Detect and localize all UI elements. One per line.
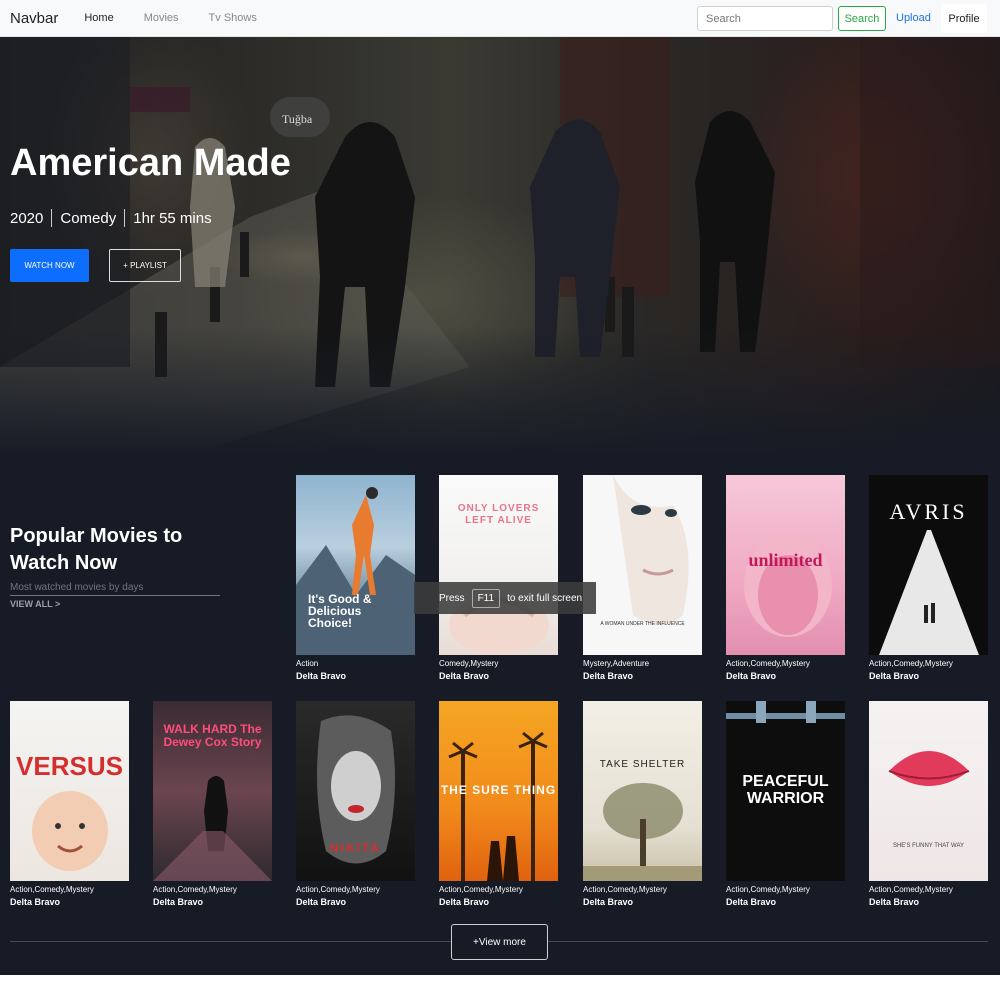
movie-card[interactable]: SHE'S FUNNY THAT WAY Action,Comedy,Myste…: [869, 701, 989, 907]
hero-year: 2020: [10, 209, 44, 227]
movie-card[interactable]: NIKITA Action,Comedy,Mystery Delta Bravo: [296, 701, 416, 907]
movie-poster[interactable]: SHE'S FUNNY THAT WAY: [869, 701, 988, 881]
movie-poster[interactable]: WALK HARD The Dewey Cox Story: [153, 701, 272, 881]
movie-poster[interactable]: VERSUS: [10, 701, 129, 881]
movie-genre: Action,Comedy,Mystery: [583, 885, 667, 894]
poster-title: TAKE SHELTER: [599, 759, 686, 770]
movie-genre: Action,Comedy,Mystery: [869, 659, 953, 668]
movie-genre: Action,Comedy,Mystery: [439, 885, 523, 894]
movie-genre: Comedy,Mystery: [439, 659, 499, 668]
f11-key: F11: [471, 588, 501, 608]
add-playlist-button[interactable]: + PLAYLIST: [109, 249, 181, 282]
movie-genre: Action,Comedy,Mystery: [10, 885, 94, 894]
view-all-link[interactable]: VIEW ALL >: [10, 599, 60, 609]
movie-genre: Action,Comedy,Mystery: [726, 659, 810, 668]
movie-genre: Mystery,Adventure: [583, 659, 650, 668]
movie-studio: Delta Bravo: [10, 897, 61, 907]
fullscreen-toast: Press F11 to exit full screen: [414, 582, 596, 614]
meta-divider: [124, 209, 126, 227]
poster-title: PEACEFUL WARRIOR: [742, 773, 829, 807]
movie-poster[interactable]: It's Good & Delicious Choice!: [296, 475, 415, 655]
hero-fade: [0, 327, 1000, 457]
navbar-brand[interactable]: Navbar: [10, 10, 58, 27]
movie-poster[interactable]: NIKITA: [296, 701, 415, 881]
hero-title: American Made: [10, 142, 291, 184]
poster-title: It's Good & Delicious Choice!: [308, 592, 372, 630]
movie-genre: Action,Comedy,Mystery: [726, 885, 810, 894]
movie-poster[interactable]: unlimited: [726, 475, 845, 655]
hero-meta: 2020 Comedy 1hr 55 mins: [10, 209, 212, 227]
meta-divider: [51, 209, 53, 227]
movie-genre: Action: [296, 659, 319, 668]
movie-studio: Delta Bravo: [439, 897, 490, 907]
movie-genre: Action,Comedy,Mystery: [296, 885, 380, 894]
poster-title: WALK HARD The Dewey Cox Story: [163, 722, 262, 749]
poster-art: [449, 595, 549, 655]
movie-poster[interactable]: THE SURE THING: [439, 701, 558, 881]
watch-now-button[interactable]: WATCH NOW: [10, 249, 89, 282]
poster-title: THE SURE THING: [440, 783, 557, 797]
movie-studio: Delta Bravo: [153, 897, 204, 907]
nav-movies[interactable]: Movies: [144, 12, 179, 24]
movie-studio: Delta Bravo: [296, 897, 347, 907]
hero-duration: 1hr 55 mins: [133, 209, 212, 227]
poster-title: AVRIS: [889, 499, 968, 524]
movie-card[interactable]: THE SURE THING Action,Comedy,Mystery Del…: [439, 701, 559, 907]
movie-poster[interactable]: TAKE SHELTER: [583, 701, 702, 881]
poster-art: [32, 791, 108, 871]
movie-genre: Action,Comedy,Mystery: [869, 885, 953, 894]
poster-title: A WOMAN UNDER THE INFLUENCE: [600, 621, 685, 627]
movie-studio: Delta Bravo: [726, 671, 777, 681]
search-input[interactable]: [697, 6, 833, 31]
movie-studio: Delta Bravo: [583, 897, 634, 907]
poster-title: NIKITA: [329, 841, 382, 855]
movie-studio: Delta Bravo: [869, 897, 920, 907]
movie-studio: Delta Bravo: [439, 671, 490, 681]
view-more-button[interactable]: +View more: [451, 924, 548, 960]
poster-art: [888, 751, 970, 786]
movie-genre: Action,Comedy,Mystery: [153, 885, 237, 894]
search-form: Search: [697, 6, 886, 31]
movie-card[interactable]: A WOMAN UNDER THE INFLUENCE Mystery,Adve…: [583, 475, 703, 681]
movie-studio: Delta Bravo: [583, 671, 634, 681]
section-title: Popular Movies to Watch Now: [10, 525, 183, 574]
section-subtitle: Most watched movies by days: [10, 582, 220, 596]
movie-poster[interactable]: ONLY LOVERS LEFT ALIVE: [439, 475, 558, 655]
nav-tv-shows[interactable]: Tv Shows: [209, 12, 257, 24]
popular-movies-section: Popular Movies to Watch Now Most watched…: [0, 457, 1000, 975]
search-button[interactable]: Search: [838, 6, 886, 31]
movie-card[interactable]: PEACEFUL WARRIOR Action,Comedy,Mystery D…: [726, 701, 846, 907]
movie-card[interactable]: VERSUS Action,Comedy,Mystery Delta Bravo: [10, 701, 130, 907]
poster-title: unlimited: [748, 550, 823, 570]
poster-title: VERSUS: [16, 751, 123, 781]
poster-art: [613, 475, 689, 625]
movie-studio: Delta Bravo: [296, 671, 347, 681]
hero-banner: Tuğba American Made 2020 Comedy 1hr 55 m…: [0, 37, 1000, 457]
hero-genre: Comedy: [60, 209, 117, 227]
movie-card[interactable]: It's Good & Delicious Choice! Action Del…: [296, 475, 416, 681]
movie-poster[interactable]: PEACEFUL WARRIOR: [726, 701, 845, 881]
movie-card[interactable]: unlimited Action,Comedy,Mystery Delta Br…: [726, 475, 846, 681]
movie-poster[interactable]: A WOMAN UNDER THE INFLUENCE: [583, 475, 702, 655]
movie-card[interactable]: TAKE SHELTER Action,Comedy,Mystery Delta…: [583, 701, 703, 907]
profile-button[interactable]: Profile: [941, 4, 987, 33]
navbar: Navbar Home Movies Tv Shows Search Uploa…: [0, 0, 1000, 37]
movie-card[interactable]: AVRIS Action,Comedy,Mystery Delta Bravo: [869, 475, 989, 681]
toast-message: to exit full screen: [507, 592, 583, 604]
movie-card[interactable]: ONLY LOVERS LEFT ALIVE Comedy,Mystery De…: [439, 475, 559, 681]
movie-card[interactable]: WALK HARD The Dewey Cox Story Action,Com…: [153, 701, 273, 907]
movie-studio: Delta Bravo: [869, 671, 920, 681]
movie-studio: Delta Bravo: [726, 897, 777, 907]
svg-text:Tuğba: Tuğba: [282, 112, 313, 126]
movie-poster[interactable]: AVRIS: [869, 475, 988, 655]
nav-home[interactable]: Home: [84, 12, 113, 24]
upload-link[interactable]: Upload: [896, 12, 931, 24]
poster-title: SHE'S FUNNY THAT WAY: [892, 843, 965, 849]
poster-art: [583, 783, 702, 881]
toast-press: Press: [439, 592, 465, 604]
